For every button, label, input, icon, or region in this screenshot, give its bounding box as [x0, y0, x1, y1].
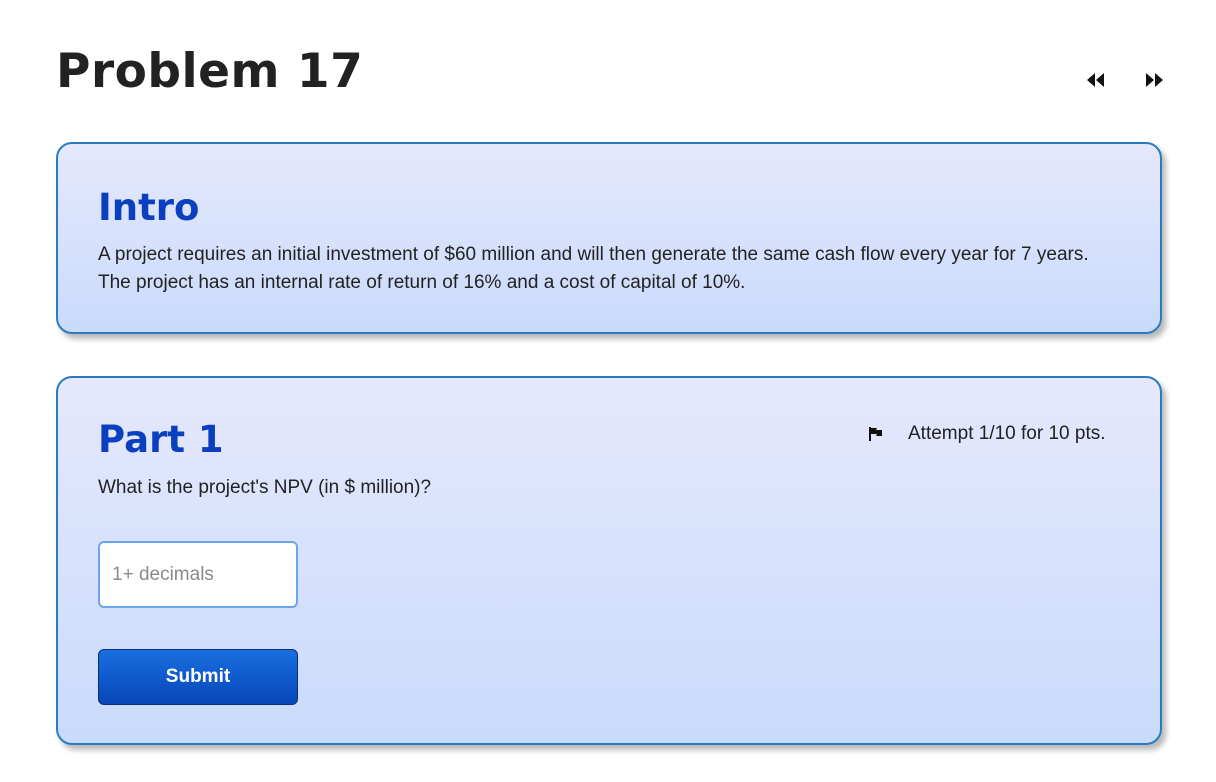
- part-1-card: Part 1 Attempt 1/10 for 10 pts. What is …: [56, 376, 1162, 745]
- attempt-info: Attempt 1/10 for 10 pts.: [866, 422, 1106, 446]
- fast-forward-icon: [1146, 73, 1163, 87]
- intro-card: Intro A project requires an initial inve…: [56, 142, 1162, 334]
- answer-input[interactable]: [98, 541, 298, 608]
- page: Problem 17 Intro A project requires an i…: [0, 0, 1216, 782]
- previous-problem-button[interactable]: [1084, 68, 1108, 92]
- intro-heading: Intro: [98, 186, 200, 229]
- intro-text: A project requires an initial investment…: [98, 244, 1089, 293]
- page-title: Problem 17: [56, 44, 364, 99]
- submit-button[interactable]: Submit: [98, 649, 298, 705]
- flag-icon: [869, 427, 882, 441]
- rewind-icon: [1087, 73, 1104, 87]
- part-1-heading: Part 1: [98, 418, 224, 461]
- flag-button[interactable]: [866, 424, 886, 444]
- question-text: What is the project's NPV (in $ million)…: [98, 477, 432, 498]
- attempt-text: Attempt 1/10 for 10 pts.: [908, 423, 1106, 444]
- next-problem-button[interactable]: [1142, 68, 1166, 92]
- problem-navigation: [1084, 68, 1168, 92]
